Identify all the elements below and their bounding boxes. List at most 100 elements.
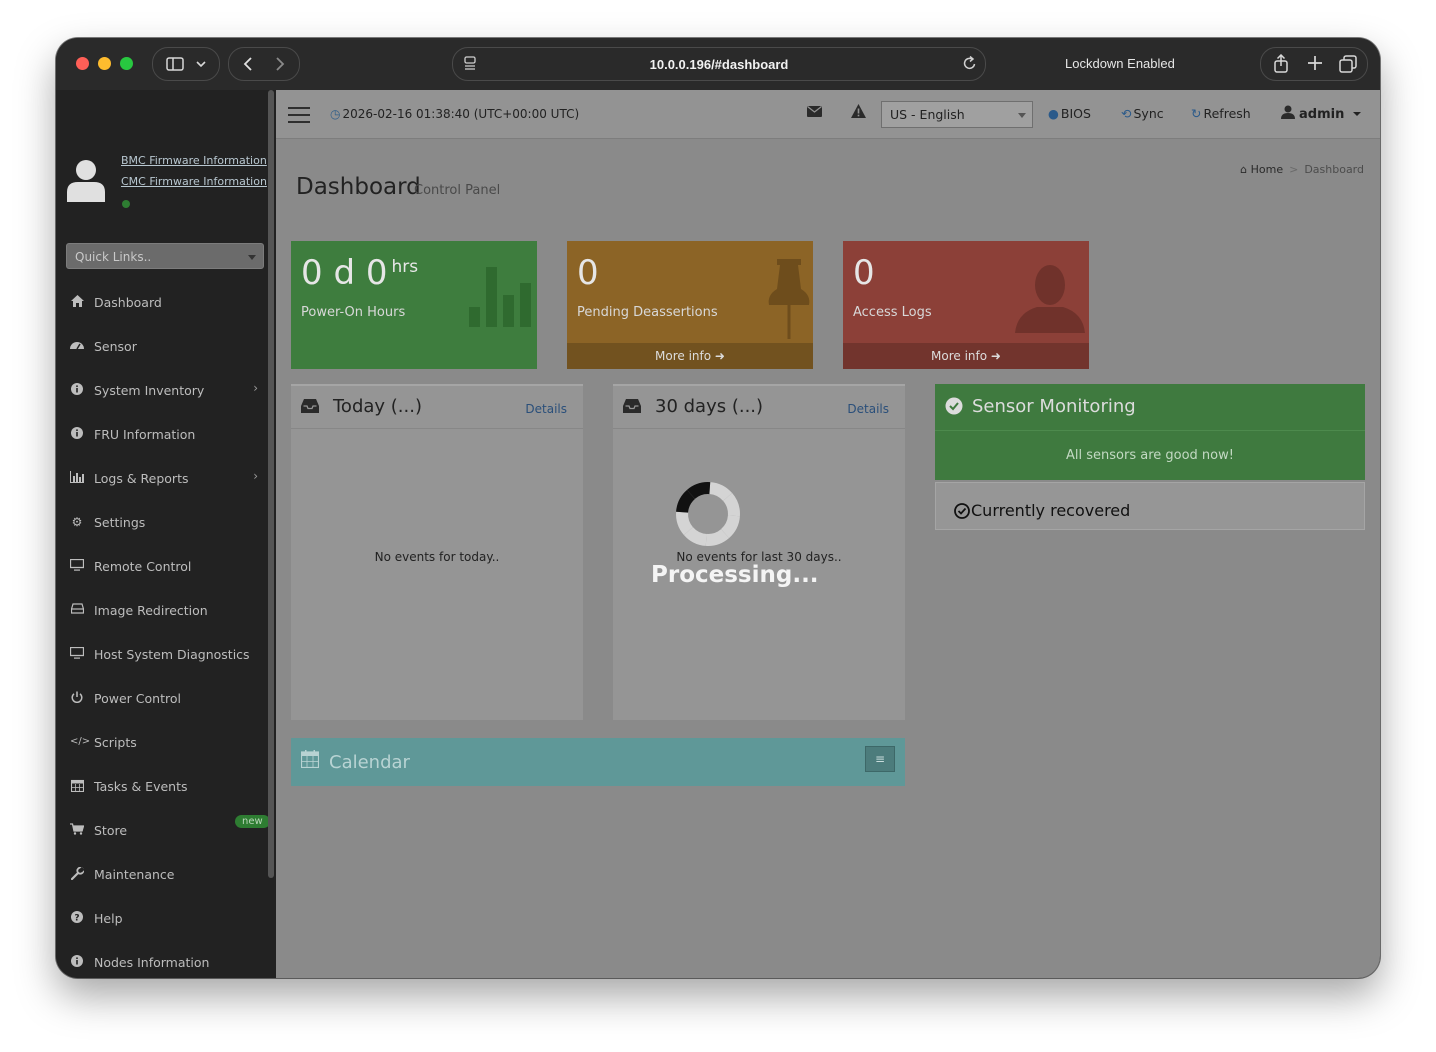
calendar-icon bbox=[300, 750, 320, 772]
sidebar-toggle-button[interactable] bbox=[152, 47, 220, 81]
sidebar-item-nodes-information[interactable]: Nodes Information bbox=[56, 941, 268, 978]
bar-chart-icon bbox=[469, 267, 531, 327]
inbox-icon bbox=[623, 398, 641, 417]
server-datetime: ◷ 2026-02-16 01:38:40 (UTC+00:00 UTC) bbox=[330, 107, 580, 121]
sidebar-item-tasks-events[interactable]: Tasks & Events bbox=[56, 765, 268, 809]
home-icon bbox=[70, 295, 84, 309]
sidebar-item-system-inventory[interactable]: System Inventory › bbox=[56, 369, 268, 413]
sidebar-item-scripts[interactable]: </> Scripts bbox=[56, 721, 268, 765]
close-window-button[interactable] bbox=[76, 57, 89, 70]
calendar-box: Calendar ≡ bbox=[291, 738, 905, 786]
envelope-icon[interactable] bbox=[807, 105, 822, 121]
sidebar-item-store[interactable]: Store new bbox=[56, 809, 270, 853]
minimize-window-button[interactable] bbox=[98, 57, 111, 70]
sidebar-item-image-redirection[interactable]: Image Redirection bbox=[56, 589, 268, 633]
menu-toggle-icon[interactable] bbox=[288, 107, 310, 128]
pending-deassertions-tile: 0 Pending Deassertions More info ➜ bbox=[567, 241, 813, 369]
sidebar-item-dashboard[interactable]: Dashboard bbox=[56, 281, 268, 325]
pending-deassertions-value: 0 bbox=[577, 253, 599, 293]
chevron-right-icon: › bbox=[253, 469, 258, 483]
breadcrumb-current: Dashboard bbox=[1304, 163, 1364, 176]
zoom-window-button[interactable] bbox=[120, 57, 133, 70]
month-box-title: 30 days (...) bbox=[655, 396, 764, 417]
sidebar-item-fru-information[interactable]: FRU Information bbox=[56, 413, 268, 457]
cart-icon bbox=[70, 823, 85, 837]
power-icon bbox=[70, 691, 84, 705]
sidebar-icon bbox=[166, 57, 184, 71]
top-navbar: ◷ 2026-02-16 01:38:40 (UTC+00:00 UTC) US … bbox=[276, 90, 1380, 139]
sidebar-item-help[interactable]: ? Help bbox=[56, 897, 268, 941]
dashboard-gauge-icon bbox=[70, 339, 84, 353]
access-logs-tile: 0 Access Logs More info ➜ bbox=[843, 241, 1089, 369]
home-icon: ⌂ bbox=[1240, 163, 1248, 176]
inbox-icon bbox=[301, 398, 319, 417]
user-menu[interactable]: admin bbox=[1281, 105, 1361, 122]
wrench-icon bbox=[70, 866, 85, 881]
bars-icon: ≡ bbox=[874, 752, 886, 766]
today-box-header: Today (...) Details bbox=[291, 386, 583, 429]
sidebar-item-maintenance[interactable]: Maintenance bbox=[56, 853, 268, 897]
sync-icon: ⟲ bbox=[1121, 106, 1132, 121]
today-empty-message: No events for today.. bbox=[374, 550, 500, 564]
code-icon: </> bbox=[70, 736, 91, 747]
calendar-title: Calendar bbox=[329, 752, 410, 773]
warning-icon[interactable] bbox=[851, 104, 866, 122]
arrow-circle-right-icon: ➜ bbox=[990, 349, 1001, 363]
sync-link[interactable]: ⟲ Sync bbox=[1121, 106, 1164, 121]
sensor-monitoring-box: Sensor Monitoring All sensors are good n… bbox=[935, 384, 1365, 532]
sidebar-item-sensor[interactable]: Sensor bbox=[56, 325, 268, 369]
info-circle-icon: ● bbox=[1048, 106, 1059, 121]
caret-down-icon bbox=[1352, 112, 1361, 116]
gear-icon: ⚙ bbox=[71, 515, 83, 529]
clock-icon: ◷ bbox=[330, 107, 341, 121]
browser-toolbar: 10.0.0.196/#dashboard Lockdown Enabled bbox=[56, 38, 1380, 90]
user-icon bbox=[1281, 105, 1295, 119]
sidebar-item-remote-control[interactable]: Remote Control bbox=[56, 545, 268, 589]
currently-recovered-label[interactable]: Currently recovered bbox=[971, 501, 1130, 520]
cmc-firmware-link[interactable]: CMC Firmware Information bbox=[121, 175, 267, 188]
sidebar-item-logs-reports[interactable]: Logs & Reports › bbox=[56, 457, 268, 501]
bar-chart-icon bbox=[70, 471, 84, 485]
quick-links-placeholder: Quick Links.. bbox=[75, 250, 152, 264]
user-avatar-icon bbox=[66, 158, 106, 206]
site-settings-icon[interactable] bbox=[463, 56, 477, 73]
share-icon[interactable] bbox=[1273, 53, 1289, 77]
sidebar-item-settings[interactable]: ⚙ Settings bbox=[56, 501, 268, 545]
pending-more-info-link[interactable]: More info ➜ bbox=[567, 343, 813, 369]
forward-icon[interactable] bbox=[275, 56, 285, 72]
month-details-link[interactable]: Details bbox=[847, 402, 889, 416]
breadcrumb-home[interactable]: Home bbox=[1251, 163, 1283, 176]
month-events-box: 30 days (...) Details No events for last… bbox=[613, 384, 905, 720]
main-content: ◷ 2026-02-16 01:38:40 (UTC+00:00 UTC) US … bbox=[276, 90, 1380, 978]
language-select[interactable]: US - English bbox=[881, 101, 1033, 128]
calendar-menu-button[interactable]: ≡ bbox=[865, 746, 895, 772]
lockdown-status: Lockdown Enabled bbox=[1065, 56, 1175, 71]
quick-links-select[interactable]: Quick Links.. bbox=[66, 243, 264, 269]
pending-deassertions-caption: Pending Deassertions bbox=[577, 305, 718, 320]
info-circle-icon bbox=[70, 955, 84, 969]
new-tab-icon[interactable] bbox=[1307, 55, 1323, 75]
info-circle-icon bbox=[70, 427, 84, 441]
today-details-link[interactable]: Details bbox=[525, 402, 567, 416]
monitor-icon bbox=[69, 558, 85, 573]
bmc-firmware-link[interactable]: BMC Firmware Information bbox=[121, 154, 267, 167]
sidebar: BMC Firmware Information CMC Firmware In… bbox=[56, 90, 276, 978]
refresh-link[interactable]: ↻ Refresh bbox=[1191, 106, 1251, 121]
refresh-icon: ↻ bbox=[1191, 106, 1202, 121]
bios-link[interactable]: ● BIOS bbox=[1048, 106, 1091, 121]
access-logs-caption: Access Logs bbox=[853, 305, 932, 320]
access-logs-more-info-link[interactable]: More info ➜ bbox=[843, 343, 1089, 369]
address-bar[interactable]: 10.0.0.196/#dashboard bbox=[452, 47, 986, 81]
online-status-dot bbox=[122, 200, 130, 208]
sidebar-item-host-system-diagnostics[interactable]: Host System Diagnostics bbox=[56, 633, 268, 677]
new-badge: new bbox=[235, 815, 270, 828]
reload-icon[interactable] bbox=[963, 55, 977, 74]
processing-overlay-text: Processing... bbox=[651, 562, 819, 588]
calendar-icon bbox=[70, 779, 84, 793]
sidebar-item-power-control[interactable]: Power Control bbox=[56, 677, 268, 721]
sensor-monitoring-title: Sensor Monitoring bbox=[972, 396, 1136, 417]
tab-overview-icon[interactable] bbox=[1339, 55, 1357, 77]
sidebar-scrollbar[interactable] bbox=[268, 90, 274, 878]
back-icon[interactable] bbox=[243, 56, 253, 72]
info-circle-icon bbox=[70, 383, 84, 397]
